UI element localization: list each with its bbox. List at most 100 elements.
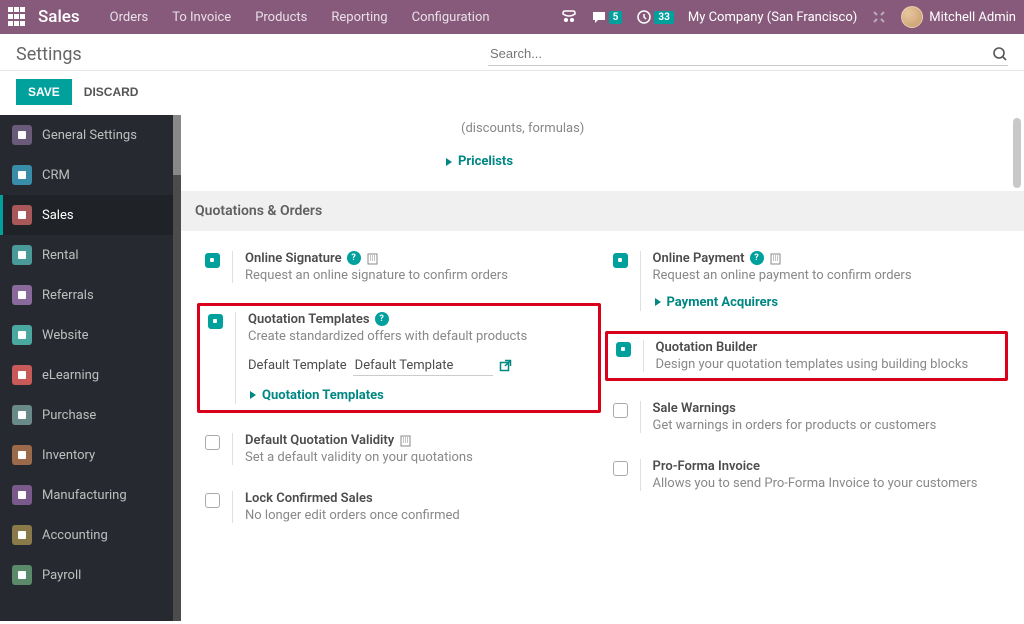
- settings-grid: Online Signature ? Request an online sig…: [181, 231, 1024, 530]
- chat-icon[interactable]: 5: [591, 9, 623, 25]
- sidebar-item-accounting[interactable]: Accounting: [0, 515, 181, 555]
- search-icon[interactable]: [992, 46, 1008, 62]
- menu-to-invoice[interactable]: To Invoice: [162, 2, 241, 33]
- sidebar-scrollbar[interactable]: [173, 115, 181, 621]
- setting-default-quotation-validity: Default Quotation Validity Set a default…: [197, 427, 601, 471]
- link-quotation-templates[interactable]: Quotation Templates: [248, 388, 384, 403]
- checkbox[interactable]: [205, 253, 220, 268]
- page-title: Settings: [16, 44, 82, 65]
- sidebar-item-label: Referrals: [42, 288, 94, 303]
- sidebar-icon: [12, 445, 32, 465]
- sidebar-item-manufacturing[interactable]: Manufacturing: [0, 475, 181, 515]
- external-link-icon[interactable]: [499, 358, 512, 373]
- menu-orders[interactable]: Orders: [100, 2, 159, 33]
- content-scrollbar[interactable]: [1013, 118, 1021, 621]
- setting-title: Quotation Builder: [656, 340, 758, 355]
- save-button[interactable]: SAVE: [16, 79, 72, 105]
- sidebar-icon: [12, 245, 32, 265]
- setting-online-payment: Online Payment ? Request an online payme…: [605, 245, 1009, 318]
- menu-products[interactable]: Products: [245, 2, 317, 33]
- company-selector[interactable]: My Company (San Francisco): [688, 10, 857, 25]
- default-template-select[interactable]: Default Template: [353, 356, 493, 376]
- sidebar-icon: [12, 205, 32, 225]
- sidebar-icon: [12, 485, 32, 505]
- checkbox[interactable]: [205, 493, 220, 508]
- checkbox[interactable]: [613, 403, 628, 418]
- sidebar-item-label: eLearning: [42, 368, 99, 383]
- divider: [232, 433, 233, 465]
- setting-sale-warnings: Sale Warnings Get warnings in orders for…: [605, 395, 1009, 439]
- sidebar-item-label: Sales: [42, 208, 74, 223]
- sidebar-item-rental[interactable]: Rental: [0, 235, 181, 275]
- sidebar-item-crm[interactable]: CRM: [0, 155, 181, 195]
- top-navbar: Sales Orders To Invoice Products Reporti…: [0, 0, 1024, 34]
- sidebar-item-label: Inventory: [42, 448, 95, 463]
- sidebar-item-sales[interactable]: Sales: [0, 195, 181, 235]
- building-icon: [366, 251, 379, 266]
- setting-desc: Request an online payment to confirm ord…: [653, 268, 1001, 283]
- sidebar-icon: [12, 365, 32, 385]
- sidebar-item-general-settings[interactable]: General Settings: [0, 115, 181, 155]
- setting-title: Default Quotation Validity: [245, 433, 412, 448]
- user-menu[interactable]: Mitchell Admin: [901, 6, 1016, 28]
- checkbox[interactable]: [613, 253, 628, 268]
- divider: [640, 401, 641, 433]
- setting-desc: Get warnings in orders for products or c…: [653, 418, 1001, 433]
- checkbox[interactable]: [205, 435, 220, 450]
- divider: [640, 251, 641, 312]
- setting-online-signature: Online Signature ? Request an online sig…: [197, 245, 601, 289]
- sidebar-item-label: Rental: [42, 248, 79, 263]
- search-input[interactable]: [488, 42, 992, 65]
- menu-configuration[interactable]: Configuration: [402, 2, 500, 33]
- sidebar-item-label: Payroll: [42, 568, 81, 583]
- sidebar-item-elearning[interactable]: eLearning: [0, 355, 181, 395]
- link-payment-acquirers[interactable]: Payment Acquirers: [653, 295, 779, 310]
- help-icon[interactable]: ?: [375, 312, 389, 326]
- discounts-note: (discounts, formulas): [181, 115, 1024, 136]
- sidebar-item-referrals[interactable]: Referrals: [0, 275, 181, 315]
- topnav-right: 5 33 My Company (San Francisco) Mitchell…: [561, 6, 1016, 28]
- setting-title: Online Signature ?: [245, 251, 379, 266]
- setting-title: Pro-Forma Invoice: [653, 459, 760, 474]
- sidebar-item-label: Website: [42, 328, 89, 343]
- divider: [232, 491, 233, 523]
- settings-left-col: Online Signature ? Request an online sig…: [197, 245, 601, 530]
- pricelists-link-label: Pricelists: [458, 154, 513, 169]
- sidebar-icon: [12, 565, 32, 585]
- sidebar-icon: [12, 525, 32, 545]
- sidebar-item-purchase[interactable]: Purchase: [0, 395, 181, 435]
- clock-icon[interactable]: 33: [636, 9, 673, 25]
- avatar-icon: [901, 6, 923, 28]
- discard-button[interactable]: DISCARD: [84, 85, 139, 99]
- checkbox[interactable]: [616, 342, 631, 357]
- sidebar-item-website[interactable]: Website: [0, 315, 181, 355]
- menu-reporting[interactable]: Reporting: [321, 2, 397, 33]
- sidebar-icon: [12, 405, 32, 425]
- help-icon[interactable]: ?: [347, 251, 361, 265]
- chat-badge: 5: [609, 11, 623, 24]
- setting-desc: Design your quotation templates using bu…: [656, 357, 998, 372]
- sidebar-icon: [12, 125, 32, 145]
- sidebar-icon: [12, 165, 32, 185]
- checkbox[interactable]: [208, 314, 223, 329]
- pricelists-link[interactable]: Pricelists: [444, 154, 513, 169]
- setting-desc: Set a default validity on your quotation…: [245, 450, 593, 465]
- sidebar-item-label: Accounting: [42, 528, 108, 543]
- setting-desc: Create standardized offers with default …: [248, 329, 590, 344]
- action-bar: SAVE DISCARD: [0, 71, 1024, 115]
- debug-icon[interactable]: [871, 9, 887, 25]
- building-icon: [769, 251, 782, 266]
- sidebar-item-payroll[interactable]: Payroll: [0, 555, 181, 595]
- settings-right-col: Online Payment ? Request an online payme…: [605, 245, 1009, 530]
- phone-icon[interactable]: [561, 9, 577, 25]
- help-icon[interactable]: ?: [750, 251, 764, 265]
- setting-title: Online Payment ?: [653, 251, 782, 266]
- setting-title: Lock Confirmed Sales: [245, 491, 373, 506]
- setting-quotation-templates: Quotation Templates ? Create standardize…: [197, 303, 601, 414]
- sidebar-item-inventory[interactable]: Inventory: [0, 435, 181, 475]
- divider: [643, 340, 644, 372]
- setting-desc: No longer edit orders once confirmed: [245, 508, 593, 523]
- body: General SettingsCRM Sales Rental Referrals W…: [0, 115, 1024, 621]
- apps-icon[interactable]: [8, 7, 28, 27]
- checkbox[interactable]: [613, 461, 628, 476]
